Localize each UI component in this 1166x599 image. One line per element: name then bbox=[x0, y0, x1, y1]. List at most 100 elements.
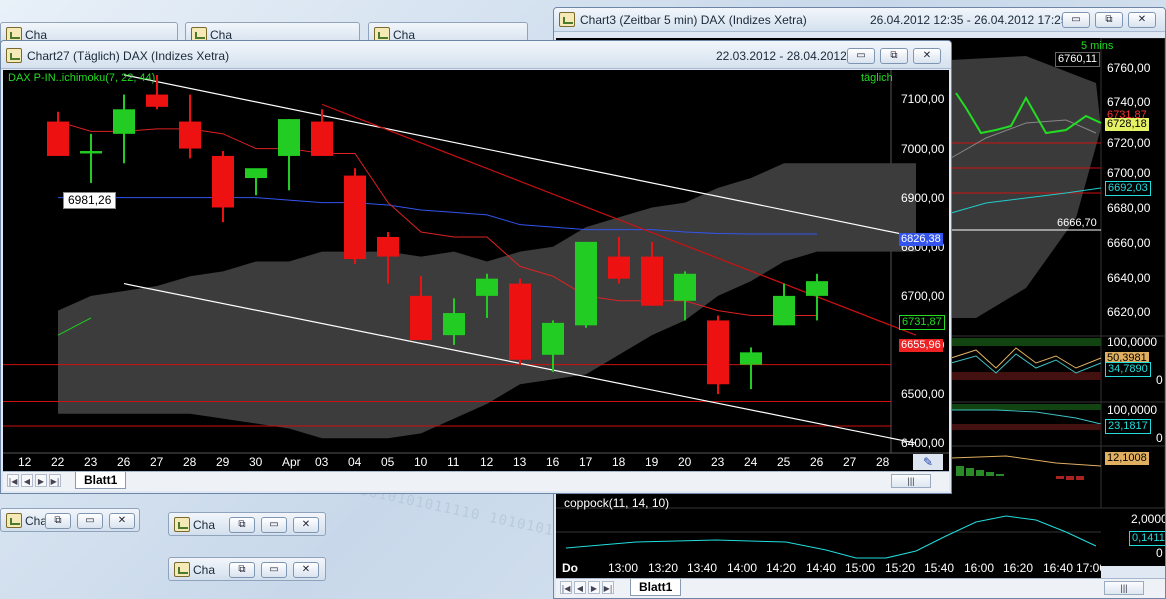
chart27-price-label: 6500,00 bbox=[901, 387, 945, 402]
sheet-first-icon[interactable]: |◀ bbox=[7, 474, 19, 487]
chart27-candle-body bbox=[806, 281, 828, 296]
chart27-price-label: 6900,00 bbox=[901, 190, 945, 205]
chart3-titlebar[interactable]: Chart3 (Zeitbar 5 min) DAX (Indizes Xetr… bbox=[554, 8, 1165, 32]
chart3-close-button[interactable]: ✕ bbox=[1128, 12, 1156, 28]
chart3-price-label: 6700,00 bbox=[1107, 166, 1151, 180]
chart3-osc-band bbox=[951, 424, 1101, 430]
chart3-time-label: 13:20 bbox=[648, 561, 679, 575]
chart27-date-label: Apr bbox=[282, 455, 301, 469]
chart3-date-range: 26.04.2012 12:35 - 26.04.2012 17:25 bbox=[870, 13, 1068, 27]
chart27-date-label: 19 bbox=[645, 455, 659, 469]
restore-button[interactable]: ⧉ bbox=[229, 562, 255, 578]
chart27-date-label: 03 bbox=[315, 455, 329, 469]
chart27-date-label: 23 bbox=[84, 455, 98, 469]
chart27-restore-button[interactable]: ⧉ bbox=[880, 48, 908, 64]
chart27-candle-body bbox=[707, 320, 729, 385]
chart3-sheet-tab[interactable]: Blatt1 bbox=[630, 579, 682, 596]
chart3-price-label: 6720,00 bbox=[1107, 136, 1151, 150]
chart3-time-label: 14:40 bbox=[806, 561, 837, 575]
chart3-low-tag: 6666,70 bbox=[1057, 217, 1097, 229]
restore-button[interactable]: ⧉ bbox=[45, 513, 71, 529]
chart27-close-button[interactable]: ✕ bbox=[913, 48, 941, 64]
chart27-value-tooltip: 6981,26 bbox=[63, 192, 117, 209]
chart27-date-label: 29 bbox=[216, 455, 230, 469]
chart27-price-label: 7100,00 bbox=[901, 92, 945, 107]
chart3-time-label: Do bbox=[562, 561, 578, 575]
sheet-next-icon[interactable]: ▶ bbox=[35, 474, 47, 487]
chart3-title: Chart3 (Zeitbar 5 min) DAX (Indizes Xetr… bbox=[580, 13, 807, 27]
chart3-price-label: 6660,00 bbox=[1107, 236, 1151, 250]
chart3-osc-band bbox=[951, 404, 1101, 410]
chart3-time-label: 16:00 bbox=[964, 561, 995, 575]
chart3-time-axis: Do 13:00 13:20 13:40 14:00 14:20 14:40 1… bbox=[556, 560, 1101, 578]
chart27-date-label: 25 bbox=[777, 455, 791, 469]
chart27-minimize-button[interactable]: ▭ bbox=[847, 48, 875, 64]
chart27-candle-body bbox=[344, 175, 366, 260]
chart3-green-tag: 6728,18 bbox=[1105, 118, 1149, 131]
chart27-plot-area[interactable]: DAX P-IN..ichimoku(7, 22, 44) täglich 69… bbox=[3, 70, 949, 471]
chart27-price-label: 6400,00 bbox=[901, 436, 945, 451]
chart27-candle-body bbox=[443, 313, 465, 336]
chart3-time-label: 15:40 bbox=[924, 561, 955, 575]
chart3-time-label: 16:20 bbox=[1003, 561, 1034, 575]
chart27-candle-body bbox=[575, 241, 597, 326]
chart27-candle-body bbox=[212, 155, 234, 208]
chart27-svg bbox=[3, 70, 949, 471]
chart27-tenkan-tag: 6655,96 bbox=[899, 339, 943, 352]
close-button[interactable]: ✕ bbox=[109, 513, 135, 529]
minimized-window-6[interactable]: Cha ⧉ ▭ ✕ bbox=[168, 557, 326, 581]
chart27-candle-body bbox=[47, 121, 69, 156]
chart3-time-label: 13:40 bbox=[687, 561, 718, 575]
sheet-prev-icon[interactable]: ◀ bbox=[574, 581, 586, 594]
chart27-date-range: 22.03.2012 - 28.04.2012 bbox=[716, 49, 847, 63]
chart27-sheet-tab[interactable]: Blatt1 bbox=[75, 472, 127, 489]
chart27-draw-tool-icon[interactable]: ✎ bbox=[913, 454, 943, 470]
chart27-candle-body bbox=[377, 236, 399, 257]
chart3-restore-button[interactable]: ⧉ bbox=[1095, 12, 1123, 28]
chart27-date-label: 20 bbox=[678, 455, 692, 469]
close-button[interactable]: ✕ bbox=[293, 517, 319, 533]
sheet-first-icon[interactable]: |◀ bbox=[560, 581, 572, 594]
chart-window-icon bbox=[6, 513, 22, 528]
restore-button[interactable]: ⧉ bbox=[229, 517, 255, 533]
maximize-button[interactable]: ▭ bbox=[261, 562, 287, 578]
chart3-scrollbar[interactable]: ||| bbox=[1104, 581, 1144, 595]
chart3-sheet-bar: |◀ ◀ ▶ ▶| Blatt1 ||| bbox=[556, 578, 1165, 598]
chart27-candle-body bbox=[113, 109, 135, 134]
chart27-candle-body bbox=[146, 94, 168, 107]
chart27-titlebar[interactable]: Chart27 (Täglich) DAX (Indizes Xetra) 22… bbox=[1, 41, 951, 69]
sheet-next-icon[interactable]: ▶ bbox=[588, 581, 600, 594]
chart3-minimize-button[interactable]: ▭ bbox=[1062, 12, 1090, 28]
chart27-date-label: 17 bbox=[579, 455, 593, 469]
chart27-candle-body bbox=[674, 273, 696, 301]
minimized-window-5[interactable]: Cha ⧉ ▭ ✕ bbox=[168, 512, 326, 536]
chart27-candle-body bbox=[311, 121, 333, 156]
chart27-price-tag: 6731,87 bbox=[899, 315, 945, 330]
chart3-osc-band bbox=[951, 338, 1101, 346]
chart-window-icon bbox=[559, 12, 575, 27]
minimized-window-4[interactable]: Cha ⧉ ▭ ✕ bbox=[0, 508, 140, 532]
chart3-time-label: 14:20 bbox=[766, 561, 797, 575]
close-button[interactable]: ✕ bbox=[293, 562, 319, 578]
chart3-price-label: 6620,00 bbox=[1107, 305, 1151, 319]
chart3-osc-label: 100,0000 bbox=[1107, 403, 1158, 417]
chart3-osc-tag: 23,1817 bbox=[1105, 419, 1151, 434]
sheet-last-icon[interactable]: ▶| bbox=[602, 581, 614, 594]
chart27-candle-body bbox=[410, 295, 432, 341]
chart27-date-label: 23 bbox=[711, 455, 725, 469]
chart27-candle-body bbox=[80, 151, 102, 154]
chart27-date-label: 26 bbox=[810, 455, 824, 469]
maximize-button[interactable]: ▭ bbox=[77, 513, 103, 529]
sheet-last-icon[interactable]: ▶| bbox=[49, 474, 61, 487]
chart3-interval-label: 5 mins bbox=[1081, 40, 1114, 52]
minimized-window-title: Cha bbox=[193, 518, 216, 532]
chart27-candle-body bbox=[509, 283, 531, 360]
chart27-scrollbar[interactable]: ||| bbox=[891, 474, 931, 488]
minimized-window-title: Cha bbox=[25, 514, 48, 528]
chart27-title: Chart27 (Täglich) DAX (Indizes Xetra) bbox=[27, 49, 230, 63]
sheet-prev-icon[interactable]: ◀ bbox=[21, 474, 33, 487]
maximize-button[interactable]: ▭ bbox=[261, 517, 287, 533]
chart27-date-label: 12 bbox=[18, 455, 32, 469]
chart3-time-label: 16:40 bbox=[1043, 561, 1074, 575]
chart3-price-label: 6640,00 bbox=[1107, 271, 1151, 285]
